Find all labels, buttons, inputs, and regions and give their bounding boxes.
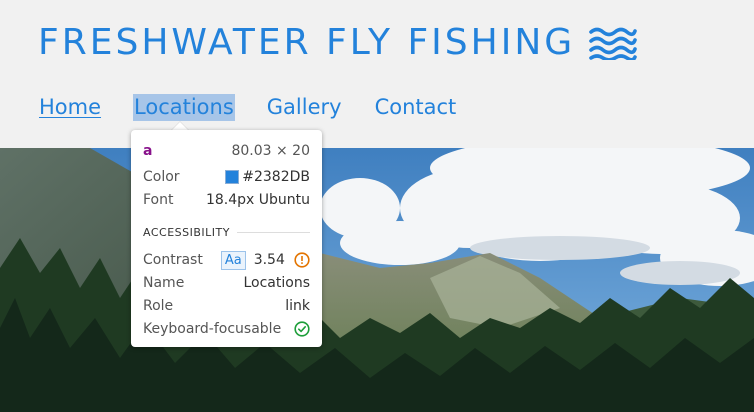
focusable-row: Keyboard-focusable [143, 319, 310, 339]
contrast-row: Contrast Aa 3.54 [143, 250, 310, 270]
focusable-label: Keyboard-focusable [143, 321, 282, 337]
color-value: #2382DB [242, 169, 310, 185]
role-value: link [285, 298, 310, 314]
site-title: FRESHWATER FLY FISHING [38, 22, 637, 63]
site-header: FRESHWATER FLY FISHING Home Locations Ga… [0, 0, 754, 148]
main-nav: Home Locations Gallery Contact [38, 94, 488, 121]
nav-link-contact[interactable]: Contact [374, 94, 458, 121]
contrast-sample-badge: Aa [220, 250, 246, 270]
color-swatch [225, 170, 240, 184]
font-row: Font 18.4px Ubuntu [143, 190, 310, 210]
font-label: Font [143, 192, 174, 208]
element-tag: a [143, 143, 153, 159]
inspector-tooltip: a 80.03 × 20 Color #2382DB Font 18.4px U… [131, 130, 322, 347]
hero-image [0, 148, 754, 412]
nav-link-locations[interactable]: Locations [133, 94, 235, 121]
contrast-label: Contrast [143, 252, 203, 268]
name-row: Name Locations [143, 273, 310, 293]
color-row: Color #2382DB [143, 167, 310, 187]
name-label: Name [143, 275, 185, 291]
mountain-landscape-image [0, 148, 754, 412]
role-label: Role [143, 298, 174, 314]
section-divider [236, 232, 310, 233]
nav-link-gallery[interactable]: Gallery [266, 94, 343, 121]
check-icon [294, 321, 310, 337]
site-title-text: FRESHWATER FLY FISHING [38, 22, 576, 63]
accessibility-section-header: ACCESSIBILITY [143, 226, 310, 239]
font-value: 18.4px Ubuntu [205, 192, 310, 208]
tooltip-header: a 80.03 × 20 [143, 141, 310, 161]
role-row: Role link [143, 296, 310, 316]
contrast-value: 3.54 [253, 252, 285, 268]
name-value: Locations [243, 275, 310, 291]
color-label: Color [143, 169, 180, 185]
element-dimensions: 80.03 × 20 [231, 143, 310, 159]
nav-link-home[interactable]: Home [38, 94, 102, 121]
warning-icon [294, 252, 310, 268]
waves-icon [589, 27, 637, 60]
accessibility-title: ACCESSIBILITY [143, 226, 230, 239]
